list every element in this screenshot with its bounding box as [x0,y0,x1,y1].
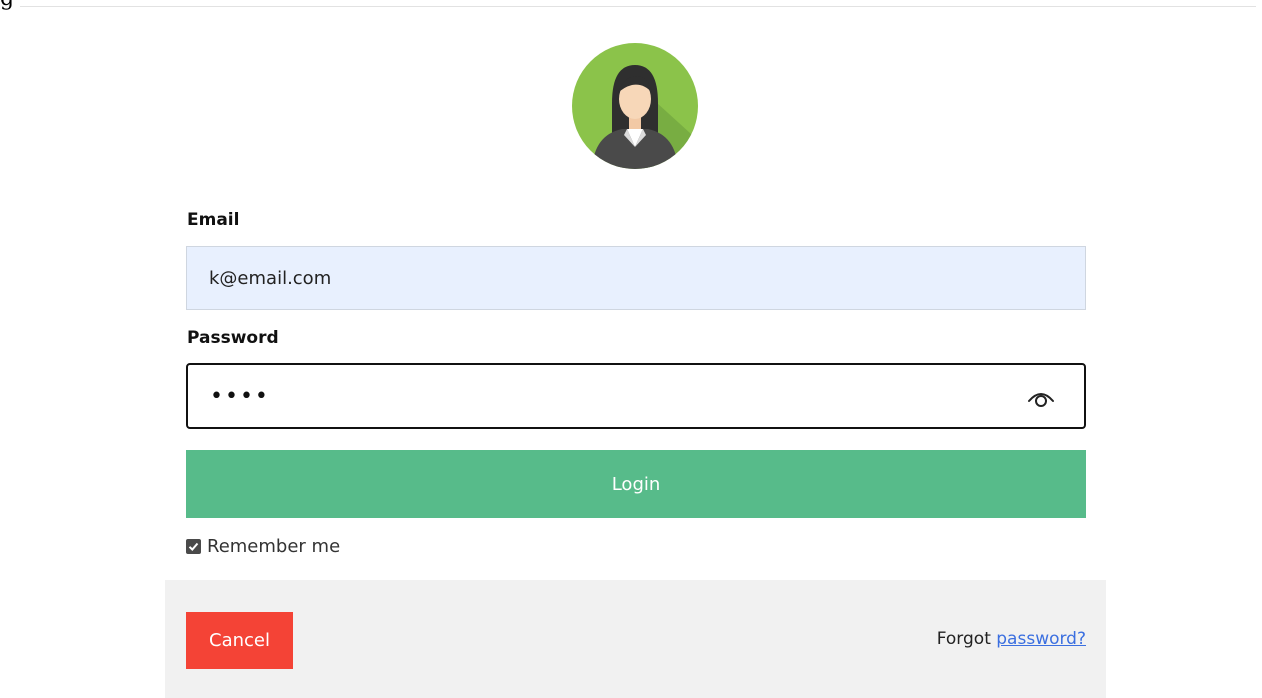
page-title-fragment: g [0,0,14,10]
remember-me[interactable]: Remember me [186,535,340,557]
forgot-password-link[interactable]: password? [996,629,1086,649]
cancel-button[interactable]: Cancel [186,612,293,669]
password-label: Password [187,328,279,348]
form-footer: Cancel Forgot password? [165,580,1106,698]
password-field[interactable] [208,373,992,419]
password-field-container [186,363,1086,429]
remember-checkbox[interactable] [186,538,201,554]
eye-icon[interactable] [1026,385,1056,409]
forgot-text: Forgot [936,629,991,649]
forgot-password: Forgot password? [937,629,1086,649]
email-field[interactable] [186,246,1086,310]
login-button[interactable]: Login [186,450,1086,518]
remember-label: Remember me [207,535,341,557]
user-avatar-icon [572,43,698,169]
header-divider [20,6,1256,7]
email-label: Email [187,210,240,230]
